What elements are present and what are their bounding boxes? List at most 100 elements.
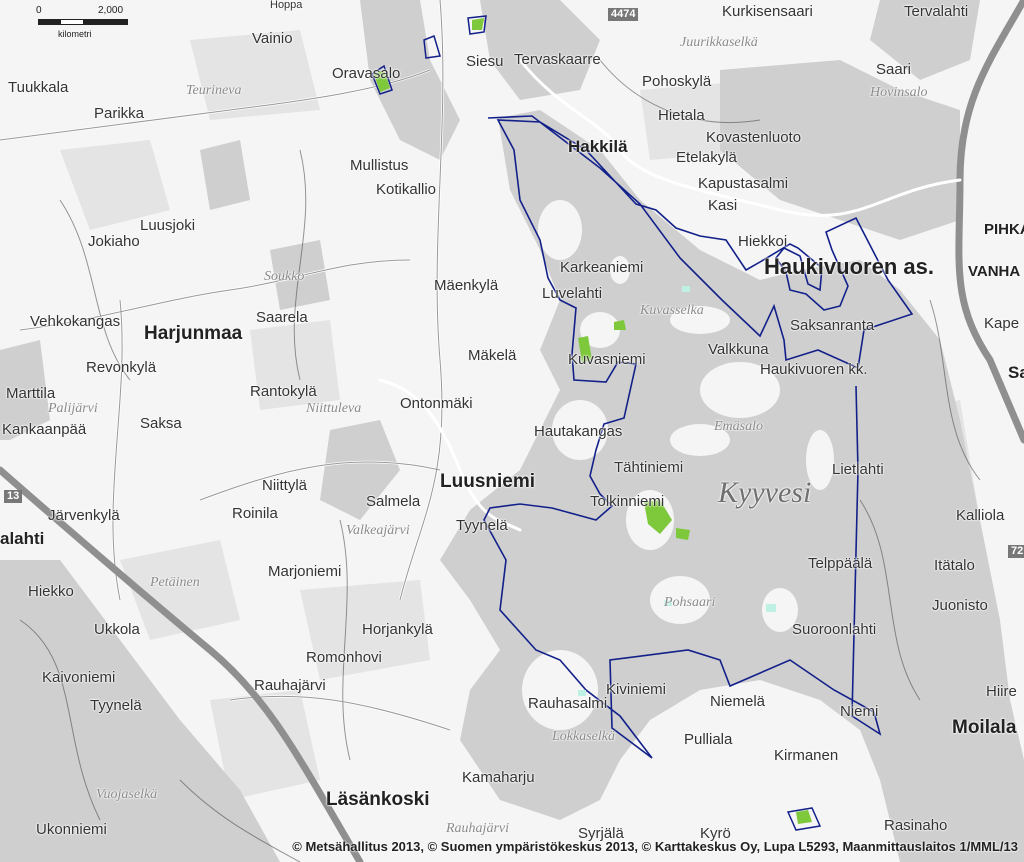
scale-bar: 0 2,000 kilometri	[36, 5, 146, 45]
place-label: Kankaanpää	[2, 421, 87, 438]
place-label: Kapustasalmi	[698, 175, 789, 192]
water-label: Lokkaselkä	[552, 729, 615, 744]
place-label: Revonkylä	[86, 359, 157, 376]
place-label: Hiekko	[28, 583, 74, 600]
place-label: Mäenkylä	[434, 277, 499, 294]
place-label: Luusniemi	[440, 471, 536, 492]
place-label: Kaivoniemi	[42, 669, 116, 686]
place-label: Hoppa	[270, 0, 303, 11]
water-label: Emäsalo	[714, 419, 763, 434]
place-label: Rasinaho	[884, 817, 948, 834]
place-label: Kirmanen	[774, 747, 839, 764]
water-label: Pohsaari	[664, 595, 716, 610]
place-label: Kovastenluoto	[706, 129, 802, 146]
water-label: Rauhajärvi	[446, 821, 509, 836]
place-label: Lietlahti	[832, 461, 884, 478]
place-label: Kape	[984, 315, 1020, 332]
water-label: Niittuleva	[306, 401, 362, 416]
road-shield-4474: 4474	[608, 8, 639, 21]
scale-start: 0	[36, 5, 42, 16]
place-label: Niittylä	[262, 477, 308, 494]
place-label: Kasi	[708, 197, 738, 214]
water-label: Hovinsalo	[870, 85, 928, 100]
place-label: Tuukkala	[8, 79, 69, 96]
place-label: Saksa	[140, 415, 182, 432]
water-label: Soukko	[264, 269, 305, 284]
place-label: Etelakylä	[676, 149, 737, 166]
place-label: Ukkola	[94, 621, 140, 638]
place-label: Hiekkoi	[738, 233, 788, 250]
place-label: Ukonniemi	[36, 821, 107, 838]
place-label: Romonhovi	[306, 649, 382, 666]
place-label: Oravasalo	[332, 65, 401, 82]
place-label: Salmela	[366, 493, 421, 510]
place-label: Rauhasalmi	[528, 695, 608, 712]
place-label: Pohoskylä	[642, 73, 712, 90]
place-label: Jokiaho	[88, 233, 140, 250]
water-label: Juurikkaselkä	[680, 35, 758, 50]
place-label: Luusjoki	[140, 217, 196, 234]
scale-unit: kilometri	[58, 29, 92, 39]
place-label: Kamaharju	[462, 769, 535, 786]
place-label: Tähtiniemi	[614, 459, 684, 476]
place-label: Ontonmäki	[400, 395, 473, 412]
place-label: Marttila	[6, 385, 56, 402]
place-label: Pulliala	[684, 731, 733, 748]
scale-bar-graphic	[38, 19, 128, 25]
place-label: VANHA	[968, 263, 1021, 280]
place-label: Roinila	[232, 505, 278, 522]
place-label: Tervaskaarre	[514, 51, 601, 68]
place-label: Hakkilä	[568, 137, 628, 156]
place-label: Suoroonlahti	[792, 621, 877, 638]
place-label: Harjunmaa	[144, 323, 243, 344]
water-label: Petäinen	[150, 575, 200, 590]
road-shield-72: 72	[1008, 545, 1024, 558]
place-label: Tervalahti	[904, 3, 969, 20]
water-label: Palijärvi	[48, 401, 98, 416]
place-label: Hietala	[658, 107, 705, 124]
place-label: Tolkinniemi	[590, 493, 665, 510]
lake-label: Kyyvesi	[718, 476, 812, 509]
place-label: Parikka	[94, 105, 145, 122]
place-label: Valkkuna	[708, 341, 769, 358]
water-label: Valkeajärvi	[346, 523, 410, 538]
place-label: Saarela	[256, 309, 308, 326]
place-label: alahti	[0, 529, 45, 548]
water-label: Kuvasselka	[640, 303, 704, 318]
place-label: Rauhajärvi	[254, 677, 326, 694]
place-label: Luvelahti	[542, 285, 603, 302]
place-label: Siesu	[466, 53, 504, 70]
place-label: Karkeaniemi	[560, 259, 644, 276]
place-label: Telppäälä	[808, 555, 873, 572]
place-label: Järvenkylä	[48, 507, 120, 524]
place-label: Niemi	[840, 703, 879, 720]
water-label: Teurineva	[186, 83, 242, 98]
place-label: Tyynelä	[456, 517, 508, 534]
place-label: Kurkisensaari	[722, 3, 813, 20]
place-label: Haukivuoren as.	[764, 254, 934, 279]
place-label: Saksanranta	[790, 317, 875, 334]
water-label: Vuojaselkä	[96, 787, 158, 802]
map-canvas[interactable]: 0 2,000 kilometri 4474 13 72 Hoppa Vaini…	[0, 0, 1024, 862]
place-label: PIHKA	[984, 221, 1024, 238]
place-label: Kuvasniemi	[568, 351, 646, 368]
place-label: Hautakangas	[534, 423, 623, 440]
place-label: Läsänkoski	[326, 789, 430, 810]
place-label: Kalliola	[956, 507, 1005, 524]
place-label: Horjankylä	[362, 621, 433, 638]
place-label: Itätalo	[934, 557, 975, 574]
place-label: Vehkokangas	[30, 313, 121, 330]
place-label: Juonisto	[932, 597, 988, 614]
place-label: Hiire	[986, 683, 1017, 700]
place-label: Sa	[1008, 363, 1024, 382]
place-label: Niemelä	[710, 693, 766, 710]
road-shield-13: 13	[4, 490, 23, 503]
place-label: Kiviniemi	[606, 681, 667, 698]
place-label: Kotikallio	[376, 181, 437, 198]
place-label: Haukivuoren kk.	[760, 361, 868, 378]
copyright-notice: © Metsähallitus 2013, © Suomen ympäristö…	[292, 839, 1018, 854]
scale-end: 2,000	[98, 5, 124, 16]
place-label: Vainio	[252, 30, 293, 47]
place-label: Marjoniemi	[268, 563, 342, 580]
place-label: Saari	[876, 61, 912, 78]
